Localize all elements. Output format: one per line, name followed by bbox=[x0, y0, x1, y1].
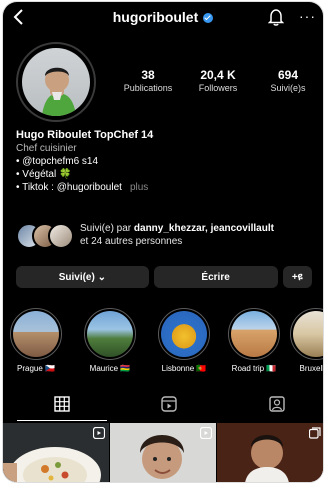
bio-line: • Tiktok : @hugoriboulet plus bbox=[16, 181, 316, 194]
stat-publications[interactable]: 38 Publications bbox=[113, 68, 183, 93]
highlight-image bbox=[161, 311, 207, 357]
profile-tabs bbox=[3, 390, 323, 422]
followed-by-suffix: et 24 autres personnes bbox=[80, 236, 183, 247]
message-button[interactable]: Écrire bbox=[153, 266, 278, 288]
avatar-image bbox=[22, 48, 90, 116]
bio-line-text[interactable]: • Tiktok : @hugoriboulet bbox=[16, 182, 122, 193]
reels-icon[interactable] bbox=[161, 396, 177, 412]
reel-icon bbox=[200, 427, 212, 439]
profile-category: Chef cuisinier bbox=[16, 143, 77, 154]
highlight-label: Prague 🇨🇿 bbox=[17, 364, 55, 373]
stat-following[interactable]: 694 Suivi(e)s bbox=[253, 68, 323, 93]
highlight-bruxelles[interactable]: Bruxelles bbox=[289, 308, 323, 373]
highlight-label: Bruxelles bbox=[299, 364, 323, 373]
top-bar: hugoriboulet ··· bbox=[3, 2, 323, 32]
highlight-image bbox=[87, 311, 133, 357]
stat-label: Suivi(e)s bbox=[270, 83, 306, 93]
grid-icon[interactable] bbox=[54, 396, 70, 412]
highlight-prague[interactable]: Prague 🇨🇿 bbox=[9, 308, 63, 373]
follower-avatar bbox=[48, 223, 74, 249]
verified-badge-icon bbox=[203, 13, 214, 24]
profile-bio: Hugo Riboulet TopChef 14 Chef cuisinier … bbox=[16, 129, 316, 194]
profile-screen: hugoriboulet ··· 38 Publications 20,4 K … bbox=[3, 2, 323, 482]
highlight-image bbox=[13, 311, 59, 357]
followed-by-prefix: Suivi(e) par bbox=[80, 223, 134, 234]
highlight-ring bbox=[228, 308, 280, 360]
highlight-maurice[interactable]: Maurice 🇲🇺 bbox=[83, 308, 137, 373]
stat-label: Publications bbox=[123, 83, 173, 93]
profile-full-name: Hugo Riboulet TopChef 14 bbox=[16, 129, 154, 141]
highlight-road-trip[interactable]: Road trip 🇮🇹 bbox=[227, 308, 281, 373]
profile-actions: Suivi(e) ⌄ Écrire +ዩ bbox=[16, 266, 312, 288]
stat-value: 20,4 K bbox=[200, 68, 236, 82]
followed-by-names[interactable]: danny_khezzar, jeancovillault bbox=[134, 223, 274, 234]
profile-stats: 38 Publications 20,4 K Followers 694 Sui… bbox=[113, 68, 323, 93]
highlight-label: Lisbonne 🇵🇹 bbox=[161, 364, 207, 373]
suggest-user-button[interactable]: +ዩ bbox=[282, 266, 312, 288]
bio-line[interactable]: • @topchefm6 s14 bbox=[16, 155, 316, 168]
bio-more-link[interactable]: plus bbox=[130, 182, 148, 193]
post-thumbnail[interactable] bbox=[110, 423, 216, 482]
posts-grid bbox=[3, 423, 323, 482]
username-text: hugoriboulet bbox=[112, 9, 199, 25]
highlight-image bbox=[293, 311, 323, 357]
active-tab-indicator bbox=[17, 420, 107, 421]
bell-icon[interactable] bbox=[268, 8, 284, 26]
highlight-image bbox=[231, 311, 277, 357]
stat-value: 38 bbox=[141, 68, 155, 82]
post-thumbnail[interactable] bbox=[217, 423, 323, 482]
post-thumbnail[interactable] bbox=[3, 423, 109, 482]
profile-avatar[interactable] bbox=[16, 42, 96, 122]
highlight-ring bbox=[10, 308, 62, 360]
reel-icon bbox=[93, 427, 105, 439]
stat-label: Followers bbox=[198, 83, 238, 93]
carousel-icon bbox=[309, 427, 321, 439]
highlight-label: Maurice 🇲🇺 bbox=[89, 364, 131, 373]
highlight-ring bbox=[84, 308, 136, 360]
stat-followers[interactable]: 20,4 K Followers bbox=[183, 68, 253, 93]
highlight-ring bbox=[158, 308, 210, 360]
highlight-lisbonne[interactable]: Lisbonne 🇵🇹 bbox=[157, 308, 211, 373]
followed-by[interactable]: Suivi(e) par danny_khezzar, jeancovillau… bbox=[16, 220, 316, 250]
highlight-label: Road trip 🇮🇹 bbox=[231, 364, 277, 373]
tagged-icon[interactable] bbox=[269, 396, 285, 412]
bio-line: • Végétal 🍀 bbox=[16, 169, 72, 180]
followed-by-text: Suivi(e) par danny_khezzar, jeancovillau… bbox=[80, 222, 320, 248]
stat-value: 694 bbox=[277, 68, 299, 82]
highlight-ring bbox=[290, 308, 323, 360]
following-button[interactable]: Suivi(e) ⌄ bbox=[16, 266, 149, 288]
more-options-icon[interactable]: ··· bbox=[299, 8, 316, 24]
